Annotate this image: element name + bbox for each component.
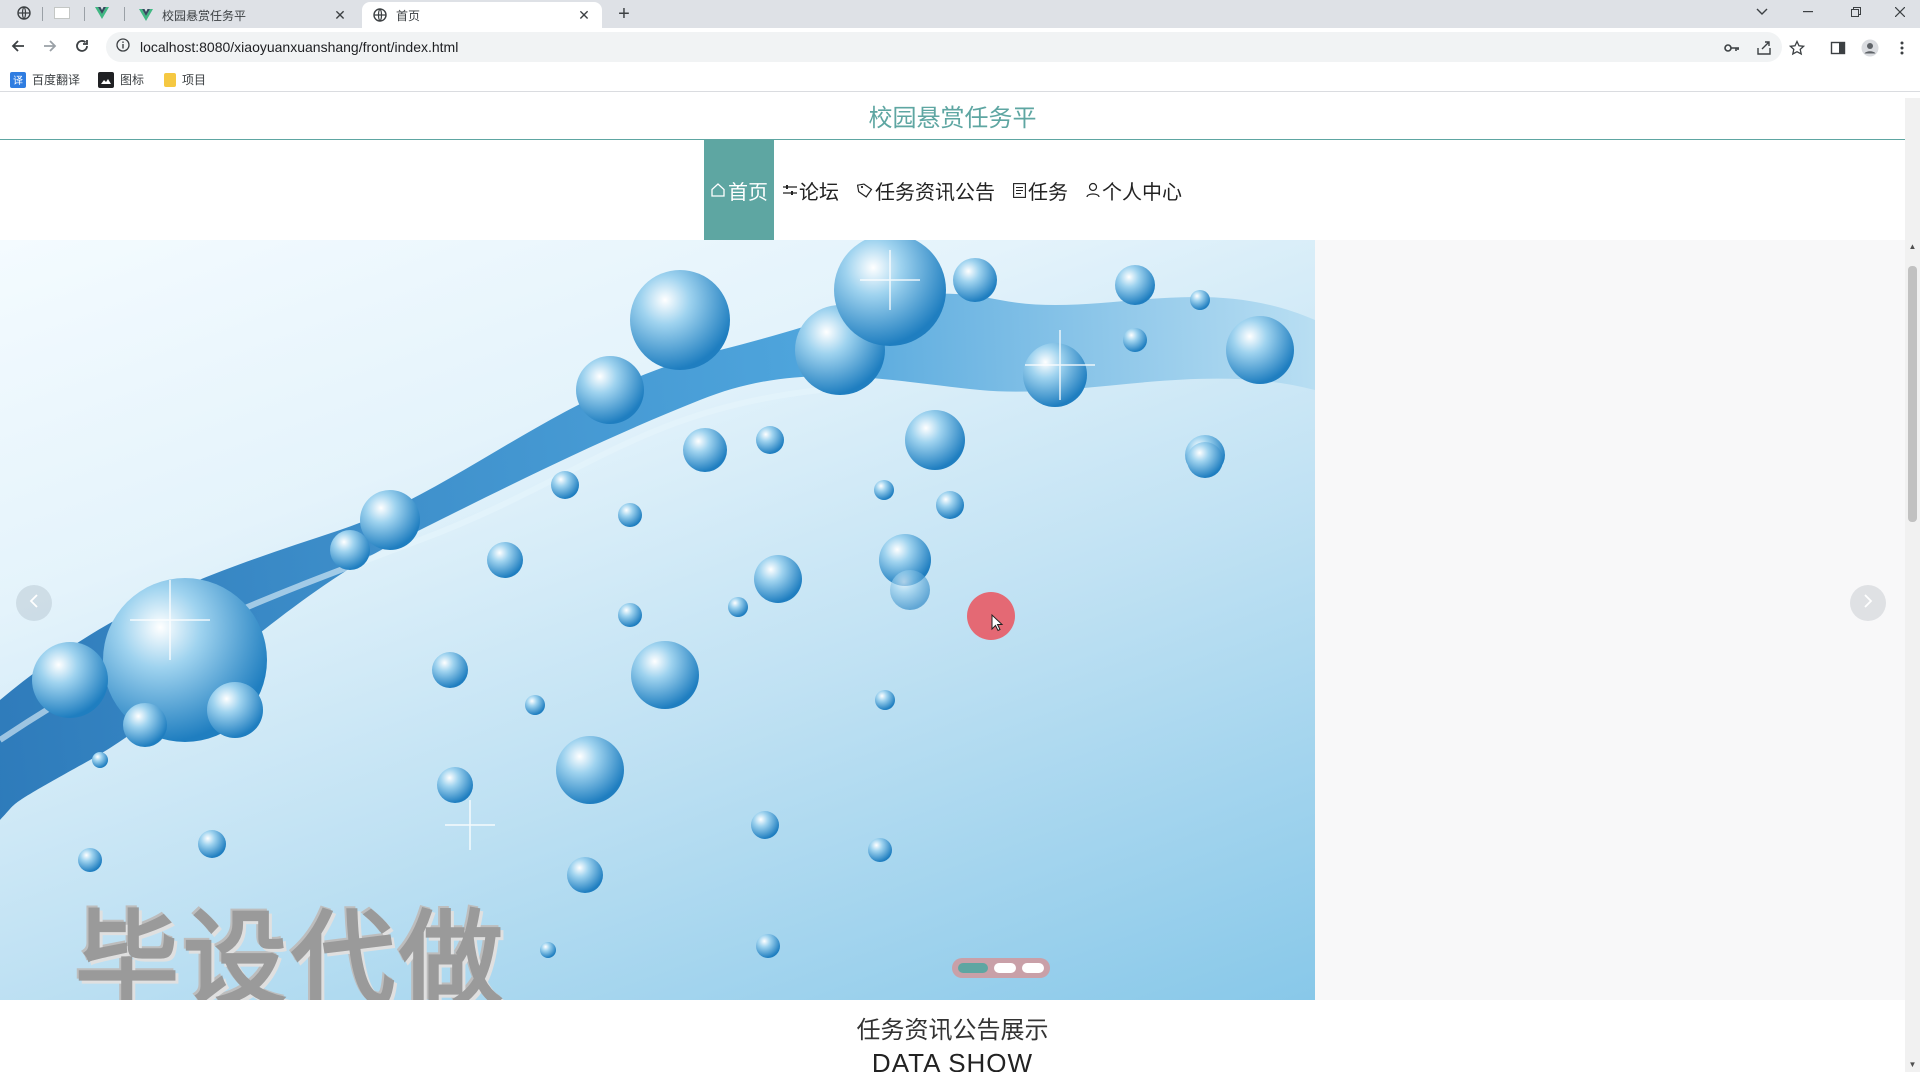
more-menu-icon[interactable] [1890, 36, 1914, 60]
address-bar[interactable]: localhost:8080/xiaoyuanxuanshang/front/i… [106, 32, 1782, 62]
bookmark-label: 百度翻译 [32, 73, 81, 87]
scroll-down-arrow-icon[interactable]: ▼ [1905, 1058, 1920, 1070]
bookmark-label: 项目 [182, 73, 207, 87]
bookmark-icons[interactable]: 图标 [98, 71, 144, 88]
reload-icon [74, 38, 90, 59]
page-scrollbar[interactable]: ▲ ▼ [1905, 98, 1920, 1072]
carousel-indicator-1[interactable] [958, 963, 988, 973]
pinned-tab-blank[interactable] [50, 4, 74, 26]
tab-separator [84, 7, 85, 21]
news-section-title: 任务资讯公告展示 [856, 1017, 1049, 1044]
pinned-tab-globe[interactable] [12, 4, 36, 26]
banner-carousel: 毕设代做 [0, 240, 1905, 1000]
sliders-icon [783, 184, 797, 196]
bookmark-baidu-translate[interactable]: 译 百度翻译 [10, 71, 80, 88]
arrow-right-icon [42, 38, 58, 59]
chevron-left-icon [28, 593, 40, 613]
nav-item-label: 任务资讯公告 [875, 181, 995, 204]
profile-avatar-icon[interactable] [1858, 36, 1882, 60]
scrollbar-thumb[interactable] [1908, 266, 1917, 522]
pointer-arrow-icon [991, 613, 1004, 632]
carousel-indicator-3[interactable] [1022, 963, 1044, 973]
bookmark-star-icon[interactable] [1785, 36, 1809, 60]
nav-item-home[interactable]: 首页 [704, 140, 774, 240]
nav-item-label: 个人中心 [1102, 181, 1182, 204]
tab-home[interactable]: 首页 ✕ [362, 2, 602, 28]
page-viewport: 校园悬赏任务平 首页 论坛 任务资讯公告 任务 个人中心 毕设代做 任务资讯公告… [0, 98, 1920, 1072]
restore-icon[interactable] [1836, 0, 1876, 24]
globe-icon [372, 7, 388, 23]
image-icon [98, 71, 114, 88]
tag-icon [857, 182, 873, 198]
nav-list: 首页 论坛 任务资讯公告 任务 个人中心 [704, 140, 1191, 240]
bookmark-label: 图标 [120, 73, 145, 87]
folder-icon [164, 72, 176, 87]
chevron-right-icon [1862, 593, 1874, 613]
home-icon [710, 182, 726, 198]
back-button[interactable] [6, 36, 30, 60]
carousel-prev-button[interactable] [16, 585, 52, 621]
blank-page-icon [54, 6, 70, 24]
vue-logo-icon [95, 6, 109, 24]
banner-image: 毕设代做 [0, 240, 1315, 1000]
document-icon [1013, 182, 1026, 198]
url-text: localhost:8080/xiaoyuanxuanshang/front/i… [140, 39, 459, 55]
carousel-indicators [952, 958, 1050, 978]
scroll-up-arrow-icon[interactable]: ▲ [1905, 240, 1920, 252]
nav-item-personal-center[interactable]: 个人中心 [1077, 140, 1191, 240]
vue-logo-icon [138, 7, 154, 23]
nav-item-tasks[interactable]: 任务 [1004, 140, 1077, 240]
bookmark-project-folder[interactable]: 项目 [164, 71, 206, 88]
globe-icon [17, 5, 31, 25]
browser-tabstrip: 校园悬赏任务平 ✕ 首页 ✕ + [0, 0, 1920, 28]
side-panel-icon[interactable] [1826, 36, 1850, 60]
nav-item-forum[interactable]: 论坛 [774, 140, 848, 240]
carousel-indicator-2[interactable] [994, 963, 1016, 973]
nav-item-label: 任务 [1028, 181, 1068, 204]
nav-item-label: 论坛 [799, 181, 839, 204]
share-icon[interactable] [1752, 36, 1776, 60]
browser-toolbar: localhost:8080/xiaoyuanxuanshang/front/i… [0, 28, 1920, 68]
mouse-cursor-highlight [967, 592, 1015, 640]
carousel-next-button[interactable] [1850, 585, 1886, 621]
password-key-icon[interactable] [1720, 36, 1744, 60]
bookmarks-bar: 译 百度翻译 图标 项目 [0, 68, 1920, 92]
site-title: 校园悬赏任务平 [0, 98, 1905, 140]
close-window-icon[interactable] [1880, 0, 1920, 24]
tab-separator [42, 7, 43, 21]
tab-separator [124, 7, 125, 21]
forward-button[interactable] [38, 36, 62, 60]
translate-icon: 译 [10, 71, 26, 88]
news-section-subtitle: DATA SHOW [871, 1048, 1034, 1072]
tab-title: 校园悬赏任务平 [162, 8, 247, 23]
nav-item-announcements[interactable]: 任务资讯公告 [848, 140, 1004, 240]
arrow-left-icon [10, 38, 26, 59]
reload-button[interactable] [70, 36, 94, 60]
tab-campus-bounty[interactable]: 校园悬赏任务平 ✕ [128, 2, 358, 28]
tab-title: 首页 [396, 8, 421, 23]
new-tab-button[interactable]: + [612, 4, 636, 24]
nav-item-label: 首页 [728, 181, 768, 204]
main-navigation: 首页 论坛 任务资讯公告 任务 个人中心 [0, 140, 1905, 240]
info-icon[interactable] [116, 37, 130, 57]
banner-watermark-text: 毕设代做 [75, 899, 508, 1000]
tab-close-icon[interactable]: ✕ [576, 7, 592, 23]
tab-close-icon[interactable]: ✕ [332, 7, 348, 23]
user-icon [1086, 182, 1100, 198]
minimize-icon[interactable] [1788, 0, 1828, 24]
pinned-tab-vue[interactable] [90, 4, 114, 26]
tab-search-chevron-icon[interactable] [1742, 0, 1782, 24]
